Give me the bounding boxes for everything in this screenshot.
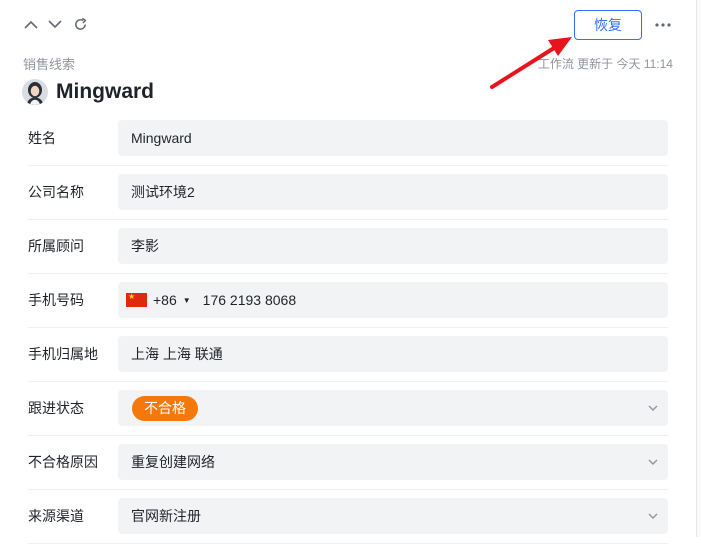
source-channel-select[interactable]: 官网新注册 [118,498,668,534]
phone-field[interactable]: ★ +86 ▼ 176 2193 8068 [118,282,668,318]
disqualify-reason-select[interactable]: 重复创建网络 [118,444,668,480]
person-avatar-icon [22,79,48,105]
restore-button[interactable]: 恢复 [574,10,642,40]
more-options-button[interactable] [652,14,674,36]
caret-down-icon[interactable]: ▼ [183,296,191,305]
chevron-down-icon [48,19,62,28]
field-value: Mingward [131,130,192,146]
field-row-follow-status: 跟进状态 不合格 [28,382,668,436]
field-label: 姓名 [28,130,56,146]
field-label: 跟进状态 [28,400,84,416]
field-row-company: 公司名称 测试环境2 [28,166,668,220]
field-row-name: 姓名 Mingward [28,112,668,166]
status-badge: 不合格 [132,395,198,421]
field-label: 手机号码 [28,292,84,308]
chevron-down-icon [648,513,658,519]
field-row-source-channel: 来源渠道 官网新注册 [28,490,668,544]
next-record-button[interactable] [46,14,64,34]
field-label: 不合格原因 [28,454,98,470]
field-value: 重复创建网络 [131,454,215,470]
field-row-disqualify-reason: 不合格原因 重复创建网络 [28,436,668,490]
name-field[interactable]: Mingward [118,120,668,156]
more-horizontal-icon [655,23,671,27]
page-title: Mingward [56,80,154,103]
field-label: 公司名称 [28,184,84,200]
field-value: 上海 上海 联通 [131,346,223,362]
phone-number: 176 2193 8068 [202,292,297,308]
field-value: 官网新注册 [131,508,201,524]
chevron-up-icon [24,20,38,29]
consultant-field[interactable]: 李影 [118,228,668,264]
field-value: 李影 [131,238,159,254]
field-label: 来源渠道 [28,508,84,524]
field-row-phone: 手机号码 ★ +86 ▼ 176 2193 8068 [28,274,668,328]
record-header: Mingward [22,78,154,106]
field-value: 测试环境2 [131,184,195,200]
field-label: 手机归属地 [28,346,98,362]
refresh-button[interactable] [71,14,89,34]
avatar [22,79,48,105]
last-updated-text: 工作流 更新于 今天 11:14 [537,57,673,71]
record-toolbar: 恢复 [0,0,701,50]
field-row-consultant: 所属顾问 李影 [28,220,668,274]
record-form: 姓名 Mingward 公司名称 测试环境2 所属顾问 李影 手机号码 ★ +8… [28,112,668,544]
company-field[interactable]: 测试环境2 [118,174,668,210]
country-code[interactable]: +86 [153,292,177,308]
field-label: 所属顾问 [28,238,84,254]
previous-record-button[interactable] [22,14,40,34]
refresh-icon [74,17,87,30]
cn-flag-icon: ★ [126,293,147,307]
phone-location-field[interactable]: 上海 上海 联通 [118,336,668,372]
follow-status-select[interactable]: 不合格 [118,390,668,426]
chevron-down-icon [648,459,658,465]
breadcrumb: 销售线索 [23,57,76,72]
scrollbar[interactable] [696,0,701,537]
field-row-phone-location: 手机归属地 上海 上海 联通 [28,328,668,382]
chevron-down-icon [648,405,658,411]
